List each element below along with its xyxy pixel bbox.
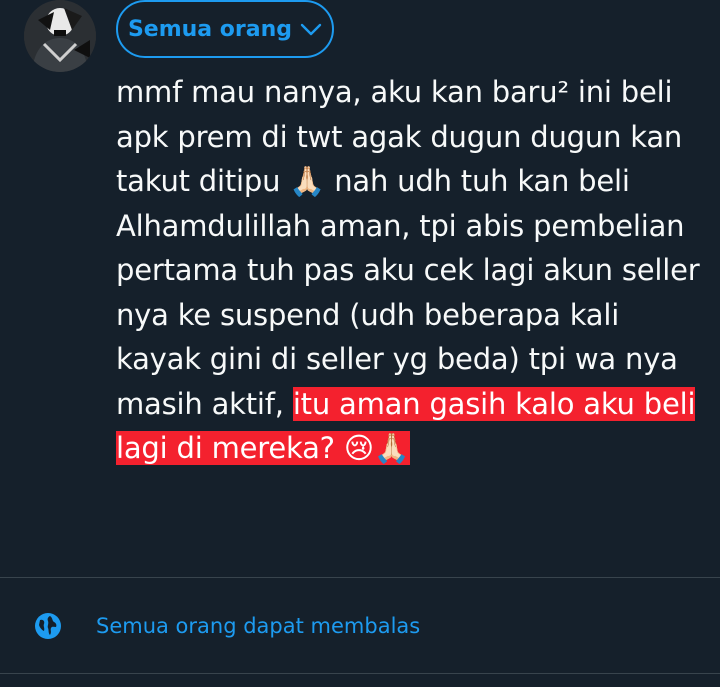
audience-selector-label: Semua orang	[127, 16, 293, 42]
divider	[0, 577, 720, 578]
reply-setting-button[interactable]: Semua orang dapat membalas	[34, 612, 420, 640]
tweet-text-line: nya ke suspend (udh beberapa kali	[116, 297, 620, 332]
tweet-text-line: masih aktif, itu aman gasih kalo aku bel…	[116, 382, 696, 427]
tweet-text-line: takut ditipu 🙏🏻 nah udh tuh kan beli	[116, 164, 630, 198]
tweet-text-line: Alhamdulillah aman, tpi abis pembelian	[116, 208, 685, 243]
tweet-text-line: apk prem di twt agak dugun dugun kan	[116, 119, 683, 154]
tweet-text-body[interactable]: mmf mau nanya, aku kan baru² ini beli ap…	[116, 70, 700, 471]
globe-icon	[35, 613, 61, 639]
divider	[0, 673, 720, 674]
tweet-text-highlight: itu aman gasih kalo aku beli	[292, 386, 696, 421]
avatar[interactable]	[24, 0, 96, 72]
tweet-text-line: lagi di mereka? 😢🙏🏻	[116, 426, 696, 471]
chevron-down-icon	[300, 23, 322, 36]
audience-selector-button[interactable]: Semua orang	[116, 0, 334, 58]
tweet-text-plain: masih aktif,	[116, 386, 293, 421]
avatar-image	[24, 0, 96, 72]
tweet-text-line: kayak gini di seller yg beda) tpi wa nya	[116, 342, 678, 376]
tweet-composer-view: Semua orang mmf mau nanya, aku kan baru²…	[0, 0, 720, 687]
reply-setting-label: Semua orang dapat membalas	[96, 614, 421, 638]
tweet-text-line: pertama tuh pas aku cek lagi akun seller	[116, 253, 700, 287]
tweet-text-line: mmf mau nanya, aku kan baru² ini beli	[116, 75, 673, 109]
tweet-text-highlight: lagi di mereka? 😢🙏🏻	[116, 431, 410, 465]
